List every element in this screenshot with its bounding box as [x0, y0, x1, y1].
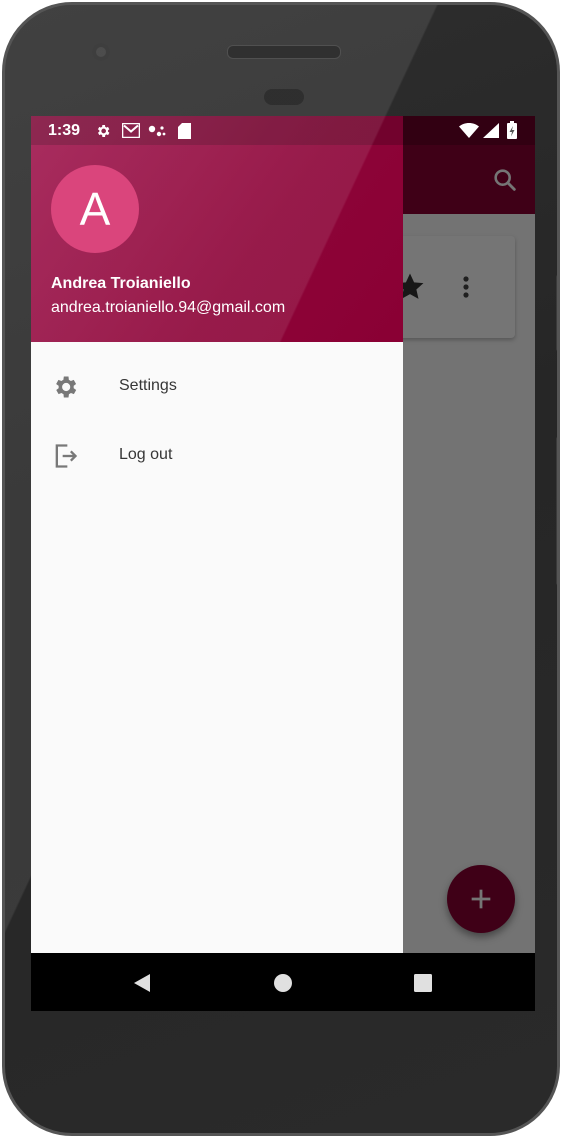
user-name: Andrea Troianiello — [51, 275, 191, 292]
settings-icon — [97, 125, 110, 137]
menu-item-logout[interactable]: Log out — [31, 426, 403, 486]
wifi-icon — [459, 123, 479, 138]
screen: 1:39 A Andrea Troianiello andrea.troiani… — [31, 116, 535, 1011]
home-icon[interactable] — [271, 971, 295, 995]
drawer-header: 1:39 A Andrea Troianiello andrea.troiani… — [31, 116, 403, 342]
logout-icon — [55, 444, 78, 468]
avatar[interactable]: A — [51, 165, 139, 253]
front-camera — [92, 43, 110, 61]
assistant-dots-icon — [148, 125, 166, 137]
user-email: andrea.troianiello.94@gmail.com — [51, 299, 286, 316]
back-icon[interactable] — [130, 971, 154, 995]
navigation-drawer: 1:39 A Andrea Troianiello andrea.troiani… — [31, 116, 403, 953]
cell-signal-icon — [483, 123, 499, 138]
earpiece-speaker — [227, 45, 341, 59]
gmail-icon — [122, 123, 140, 138]
menu-item-label: Settings — [119, 377, 177, 394]
navigation-bar — [31, 953, 535, 1011]
drawer-status-strip — [31, 116, 403, 145]
phone-frame: 1:39 A Andrea Troianiello andrea.troiani… — [2, 2, 560, 1136]
sd-card-icon — [178, 123, 191, 139]
menu-item-label: Log out — [119, 446, 173, 463]
battery-charging-icon — [507, 121, 517, 139]
status-time: 1:39 — [48, 122, 81, 139]
power-button — [556, 275, 557, 351]
gear-icon — [56, 376, 77, 398]
menu-item-settings[interactable]: Settings — [31, 357, 403, 417]
recents-icon[interactable] — [411, 971, 435, 995]
proximity-sensor — [264, 89, 304, 105]
volume-button — [556, 437, 557, 585]
